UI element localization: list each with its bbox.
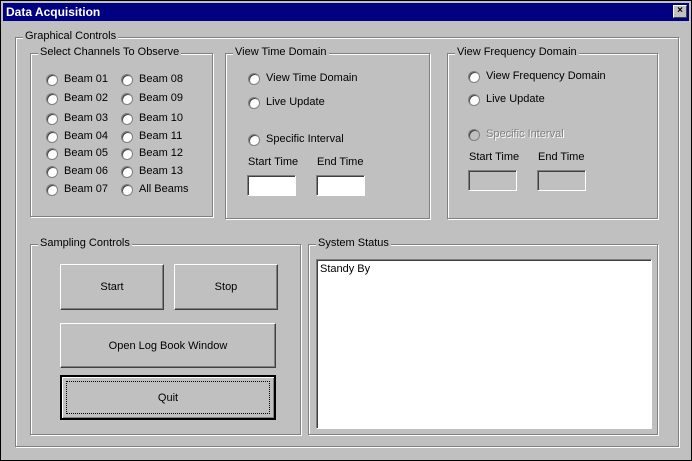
freq-start-label: Start Time bbox=[469, 151, 520, 163]
freq-start-input bbox=[468, 170, 517, 191]
radio-label: Beam 07 bbox=[64, 183, 109, 195]
radio-label: View Frequency Domain bbox=[486, 70, 606, 82]
system-status-legend: System Status bbox=[316, 237, 391, 249]
radio-circle[interactable] bbox=[121, 184, 133, 196]
radio-circle[interactable] bbox=[46, 148, 58, 160]
radio-label: Beam 05 bbox=[64, 147, 109, 159]
radio-circle[interactable] bbox=[468, 94, 480, 106]
focus-rect bbox=[66, 381, 270, 414]
title-bar[interactable]: Data Acquisition × bbox=[3, 3, 689, 21]
freq-end-input bbox=[537, 170, 586, 191]
time-start-input[interactable] bbox=[247, 175, 296, 196]
time-start-label: Start Time bbox=[248, 156, 299, 168]
system-status-text: Standy By bbox=[320, 263, 371, 275]
radio-circle[interactable] bbox=[248, 73, 260, 85]
quit-button[interactable]: Quit bbox=[60, 375, 276, 420]
radio-label: Live Update bbox=[486, 93, 545, 105]
close-button[interactable]: × bbox=[673, 5, 687, 18]
radio-circle[interactable] bbox=[468, 71, 480, 83]
radio-circle[interactable] bbox=[121, 113, 133, 125]
radio-circle[interactable] bbox=[121, 93, 133, 105]
radio-circle[interactable] bbox=[46, 131, 58, 143]
window-title: Data Acquisition bbox=[6, 5, 101, 19]
radio-label: Beam 13 bbox=[139, 165, 184, 177]
radio-circle[interactable] bbox=[46, 184, 58, 196]
graphical-controls-legend: Graphical Controls bbox=[23, 30, 119, 42]
radio-label: Beam 02 bbox=[64, 92, 109, 104]
start-button[interactable]: Start bbox=[60, 264, 164, 310]
radio-label: Live Update bbox=[266, 96, 325, 108]
radio-circle[interactable] bbox=[248, 97, 260, 109]
freq-domain-legend: View Frequency Domain bbox=[455, 46, 579, 58]
radio-label: All Beams bbox=[139, 183, 189, 195]
radio-circle[interactable] bbox=[46, 166, 58, 178]
radio-label: View Time Domain bbox=[266, 72, 358, 84]
radio-label: Beam 03 bbox=[64, 112, 109, 124]
radio-label: Beam 06 bbox=[64, 165, 109, 177]
close-icon: × bbox=[677, 5, 683, 16]
system-status-box[interactable]: Standy By bbox=[316, 259, 652, 429]
radio-label: Specific Interval bbox=[486, 128, 564, 140]
radio-label: Beam 11 bbox=[139, 130, 183, 142]
radio-circle[interactable] bbox=[248, 134, 260, 146]
sampling-controls-legend: Sampling Controls bbox=[38, 237, 132, 249]
radio-circle[interactable] bbox=[121, 74, 133, 86]
stop-button[interactable]: Stop bbox=[174, 264, 278, 310]
radio-label: Beam 10 bbox=[139, 112, 184, 124]
radio-circle bbox=[468, 129, 480, 141]
radio-circle[interactable] bbox=[121, 131, 133, 143]
channels-legend: Select Channels To Observe bbox=[38, 46, 182, 58]
time-end-label: End Time bbox=[317, 156, 364, 168]
time-end-input[interactable] bbox=[316, 175, 365, 196]
radio-label: Beam 04 bbox=[64, 130, 109, 142]
radio-label: Beam 01 bbox=[64, 73, 109, 85]
data-acquisition-window: Data Acquisition × Graphical Controls Se… bbox=[0, 0, 692, 461]
time-domain-legend: View Time Domain bbox=[233, 46, 329, 58]
radio-circle[interactable] bbox=[46, 113, 58, 125]
radio-circle[interactable] bbox=[121, 148, 133, 160]
radio-circle[interactable] bbox=[46, 93, 58, 105]
radio-circle[interactable] bbox=[46, 74, 58, 86]
radio-label: Beam 12 bbox=[139, 147, 184, 159]
freq-end-label: End Time bbox=[538, 151, 585, 163]
radio-label: Beam 08 bbox=[139, 73, 184, 85]
radio-label: Beam 09 bbox=[139, 92, 184, 104]
radio-circle[interactable] bbox=[121, 166, 133, 178]
open-log-book-button[interactable]: Open Log Book Window bbox=[60, 323, 276, 368]
radio-label: Specific Interval bbox=[266, 133, 344, 145]
